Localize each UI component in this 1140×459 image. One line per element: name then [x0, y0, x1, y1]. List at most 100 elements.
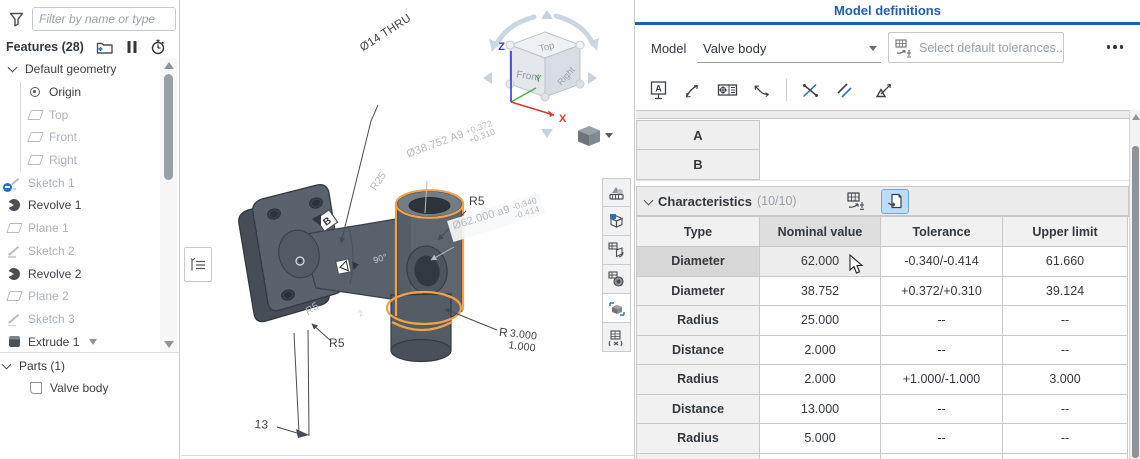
table-cell-nominal[interactable]: 2.000	[760, 336, 881, 366]
table-format-tool-button[interactable]	[602, 323, 631, 352]
tree-item-plane-2[interactable]: Plane 2	[0, 285, 160, 308]
view-cube[interactable]: Top Front Right	[506, 32, 584, 101]
fcf-icon[interactable]	[716, 80, 739, 100]
datum-row-b[interactable]: B	[636, 150, 760, 180]
cube-face-tool-button[interactable]	[602, 207, 631, 236]
tree-item-front[interactable]: Front	[0, 126, 160, 149]
snapshot-tool-button[interactable]	[602, 265, 631, 294]
table-cell-nominal[interactable]: 25.000	[760, 306, 881, 336]
table-row[interactable]: Diameter38.752+0.372/+0.31039.124	[637, 277, 1129, 307]
part-item-valve-body[interactable]: Valve body	[0, 377, 180, 400]
pmi-r5-flange-annotation[interactable]: R5	[329, 336, 345, 350]
table-cell-type[interactable]: Radius	[637, 424, 760, 454]
scroll-up-icon[interactable]	[1132, 114, 1140, 120]
parallel-icon[interactable]	[834, 80, 855, 101]
add-folder-icon[interactable]	[96, 40, 114, 55]
table-cell-type[interactable]: Diameter	[637, 277, 760, 307]
3d-viewport[interactable]: Top Front Right Z X Y	[181, 0, 634, 459]
view-options-icon[interactable]	[578, 126, 613, 146]
table-cell-tolerance[interactable]: --	[881, 306, 1003, 336]
datum-icon[interactable]	[872, 80, 895, 101]
scroll-up-icon[interactable]	[164, 62, 174, 69]
pmi-r5-top-annotation[interactable]: R5	[469, 194, 485, 208]
tree-item-extrude-1[interactable]: Extrude 1	[0, 330, 160, 353]
valve-body-model[interactable]	[239, 185, 462, 362]
table-cell-upper[interactable]: --	[1003, 306, 1128, 336]
table-cell-tolerance[interactable]: --	[881, 336, 1003, 366]
column-header-nominal-value[interactable]: Nominal value	[760, 217, 881, 247]
table-row[interactable]: Radius25.000----	[637, 306, 1129, 336]
table-cell-upper[interactable]: 3.000	[1003, 365, 1128, 395]
model-select[interactable]: Valve body	[697, 34, 881, 63]
table-cell-nominal[interactable]: 38.752	[760, 277, 881, 307]
table-cell-tolerance[interactable]: --	[881, 424, 1003, 454]
scroll-down-icon[interactable]	[164, 341, 174, 348]
scroll-more-icon[interactable]	[89, 339, 97, 345]
table-cell-nominal[interactable]: 2.000	[760, 365, 881, 395]
bent-leader-icon[interactable]	[752, 80, 773, 101]
table-cell-tolerance[interactable]: +1.000/-1.000	[881, 365, 1003, 395]
table-cell-upper[interactable]: 61.660	[1003, 247, 1128, 277]
table-cell-type[interactable]: Radius	[637, 306, 760, 336]
chevron-down-icon[interactable]	[2, 360, 12, 370]
filter-icon[interactable]	[8, 11, 25, 28]
chevron-down-icon[interactable]	[644, 195, 654, 205]
table-cell-type[interactable]: Radius	[637, 365, 760, 395]
table-cell-upper[interactable]: 39.124	[1003, 277, 1128, 307]
clock-icon[interactable]	[150, 39, 166, 55]
table-cell-tolerance[interactable]: +0.372/+0.310	[881, 277, 1003, 307]
parts-header[interactable]: Parts (1)	[0, 355, 180, 377]
pmi-r3-annotation[interactable]: R3.0001.000	[497, 325, 538, 355]
exploded-view-tool-button[interactable]	[602, 294, 631, 323]
default-tolerances-select[interactable]: Select default tolerances...	[888, 32, 1064, 63]
pmi-dim13-annotation[interactable]: 13	[254, 417, 268, 432]
pmi-table-tool-button[interactable]	[602, 236, 631, 265]
chevron-down-icon[interactable]	[8, 63, 18, 73]
table-cell-tolerance[interactable]: --	[881, 395, 1003, 425]
appearance-tool-button[interactable]	[602, 178, 631, 207]
angle-icon[interactable]	[800, 80, 821, 101]
tree-item-sketch-3[interactable]: Sketch 3	[0, 308, 160, 331]
tree-item-origin[interactable]: Origin	[0, 81, 160, 104]
dimension-list-toggle-button[interactable]	[184, 247, 212, 282]
panel-scrollbar[interactable]	[1129, 110, 1140, 459]
tree-item-plane-1[interactable]: Plane 1	[0, 217, 160, 240]
filter-input[interactable]	[32, 7, 176, 31]
leader-icon[interactable]	[682, 80, 703, 101]
scrollbar-thumb[interactable]	[164, 74, 173, 180]
tree-scrollbar[interactable]	[160, 58, 177, 352]
table-row[interactable]: Radius2.000+1.000/-1.0003.000	[637, 365, 1129, 395]
table-row[interactable]: Diameter62.000-0.340/-0.41461.660	[637, 247, 1129, 277]
pause-icon[interactable]	[126, 40, 138, 54]
column-header-tolerance[interactable]: Tolerance	[881, 217, 1003, 247]
tree-item-sketch-2[interactable]: Sketch 2	[0, 240, 160, 263]
datum-row-a[interactable]: A	[636, 120, 760, 150]
tree-item-top[interactable]: Top	[0, 103, 160, 126]
table-cell-upper[interactable]: --	[1003, 424, 1128, 454]
export-icon[interactable]	[881, 189, 909, 214]
column-header-upper-limit[interactable]: Upper limit	[1003, 217, 1128, 247]
table-cell-type[interactable]: Diameter	[637, 247, 760, 277]
table-row[interactable]: Radius5.000----	[637, 424, 1129, 454]
scrollbar-thumb[interactable]	[1132, 146, 1139, 458]
note-icon[interactable]: A	[648, 79, 669, 101]
tolerance-table-icon[interactable]	[845, 190, 867, 212]
table-cell-nominal[interactable]: 5.000	[760, 424, 881, 454]
tree-item-right[interactable]: Right	[0, 149, 160, 172]
table-cell-nominal[interactable]: 13.000	[760, 395, 881, 425]
tree-item-revolve-2[interactable]: Revolve 2	[0, 262, 160, 285]
table-row[interactable]: Distance13.000----	[637, 395, 1129, 425]
table-cell-nominal[interactable]: 62.000	[760, 247, 881, 277]
table-cell-upper[interactable]: --	[1003, 395, 1128, 425]
overflow-menu-icon[interactable]	[1101, 39, 1129, 55]
table-cell-type[interactable]: Distance	[637, 395, 760, 425]
tree-item-revolve-1[interactable]: Revolve 1	[0, 194, 160, 217]
table-row[interactable]: Distance2.000----	[637, 336, 1129, 366]
column-header-type[interactable]: Type	[637, 217, 760, 247]
tree-item-default-geometry[interactable]: Default geometry	[0, 58, 160, 81]
table-cell-type[interactable]: Distance	[637, 336, 760, 366]
tree-item-sketch-1[interactable]: Sketch 1	[0, 171, 160, 194]
table-cell-upper[interactable]: --	[1003, 336, 1128, 366]
table-cell-tolerance[interactable]: -0.340/-0.414	[881, 247, 1003, 277]
tab-model-definitions[interactable]: Model definitions	[635, 0, 1140, 22]
